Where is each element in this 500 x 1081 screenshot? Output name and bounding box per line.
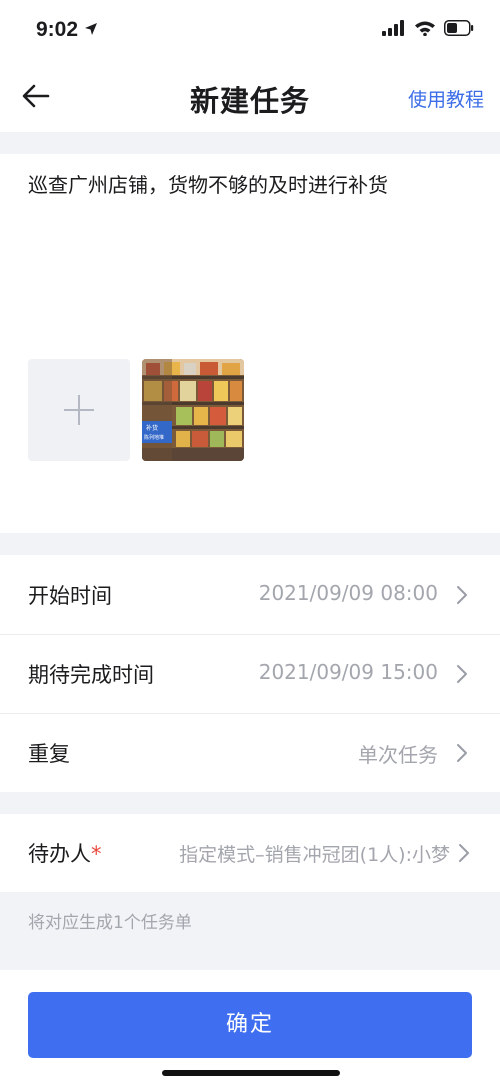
required-mark: * — [91, 842, 102, 866]
photo-badge-line2: 陈列地堆 — [144, 434, 164, 441]
expected-finish-value: 2021/09/09 15:00 — [258, 660, 438, 684]
photo-thumbnail[interactable]: 补货 陈列地堆 — [142, 359, 244, 461]
wifi-icon — [415, 21, 435, 36]
chevron-right-icon — [457, 586, 467, 604]
start-time-value: 2021/09/09 08:00 — [258, 581, 438, 605]
task-count-hint: 将对应生成1个任务单 — [28, 913, 192, 933]
home-indicator — [162, 1070, 340, 1076]
assignee-label: 待办人* — [28, 842, 102, 866]
bottom-bar: 确定 — [0, 970, 500, 1081]
hint-area: 将对应生成1个任务单 — [0, 892, 500, 970]
repeat-value: 单次任务 — [358, 743, 438, 767]
nav-bar: 新建任务 使用教程 — [0, 62, 500, 132]
signal-icon — [382, 20, 404, 36]
add-image-button[interactable] — [28, 359, 130, 461]
location-arrow-icon — [85, 23, 97, 35]
task-description-input[interactable]: 巡查广州店铺，货物不够的及时进行补货 — [28, 170, 472, 200]
repeat-label: 重复 — [28, 742, 70, 766]
status-time: 9:02 — [36, 18, 79, 41]
expected-finish-row[interactable]: 期待完成时间 2021/09/09 15:00 — [0, 634, 500, 713]
shelf-photo-image: 补货 陈列地堆 — [142, 359, 244, 461]
confirm-button[interactable]: 确定 — [28, 992, 472, 1058]
chevron-right-icon — [457, 744, 467, 762]
start-time-row[interactable]: 开始时间 2021/09/09 08:00 — [0, 555, 500, 634]
expected-finish-label: 期待完成时间 — [28, 663, 154, 687]
assignee-row[interactable]: 待办人* 指定模式–销售冲冠团(1人):小梦 — [0, 814, 500, 892]
status-indicators — [382, 20, 474, 36]
task-content-card: 巡查广州店铺，货物不够的及时进行补货 补货 陈列地堆 — [0, 154, 500, 533]
assignee-value: 指定模式–销售冲冠团(1人):小梦 — [179, 844, 450, 866]
start-time-label: 开始时间 — [28, 584, 112, 608]
schedule-form: 开始时间 2021/09/09 08:00 期待完成时间 2021/09/09 … — [0, 555, 500, 792]
photo-badge-line1: 补货 — [146, 424, 158, 432]
battery-icon — [444, 20, 474, 36]
repeat-row[interactable]: 重复 单次任务 — [0, 713, 500, 792]
status-bar: 9:02 — [0, 0, 500, 62]
tutorial-link[interactable]: 使用教程 — [408, 85, 484, 112]
chevron-right-icon — [459, 844, 469, 862]
chevron-right-icon — [457, 665, 467, 683]
